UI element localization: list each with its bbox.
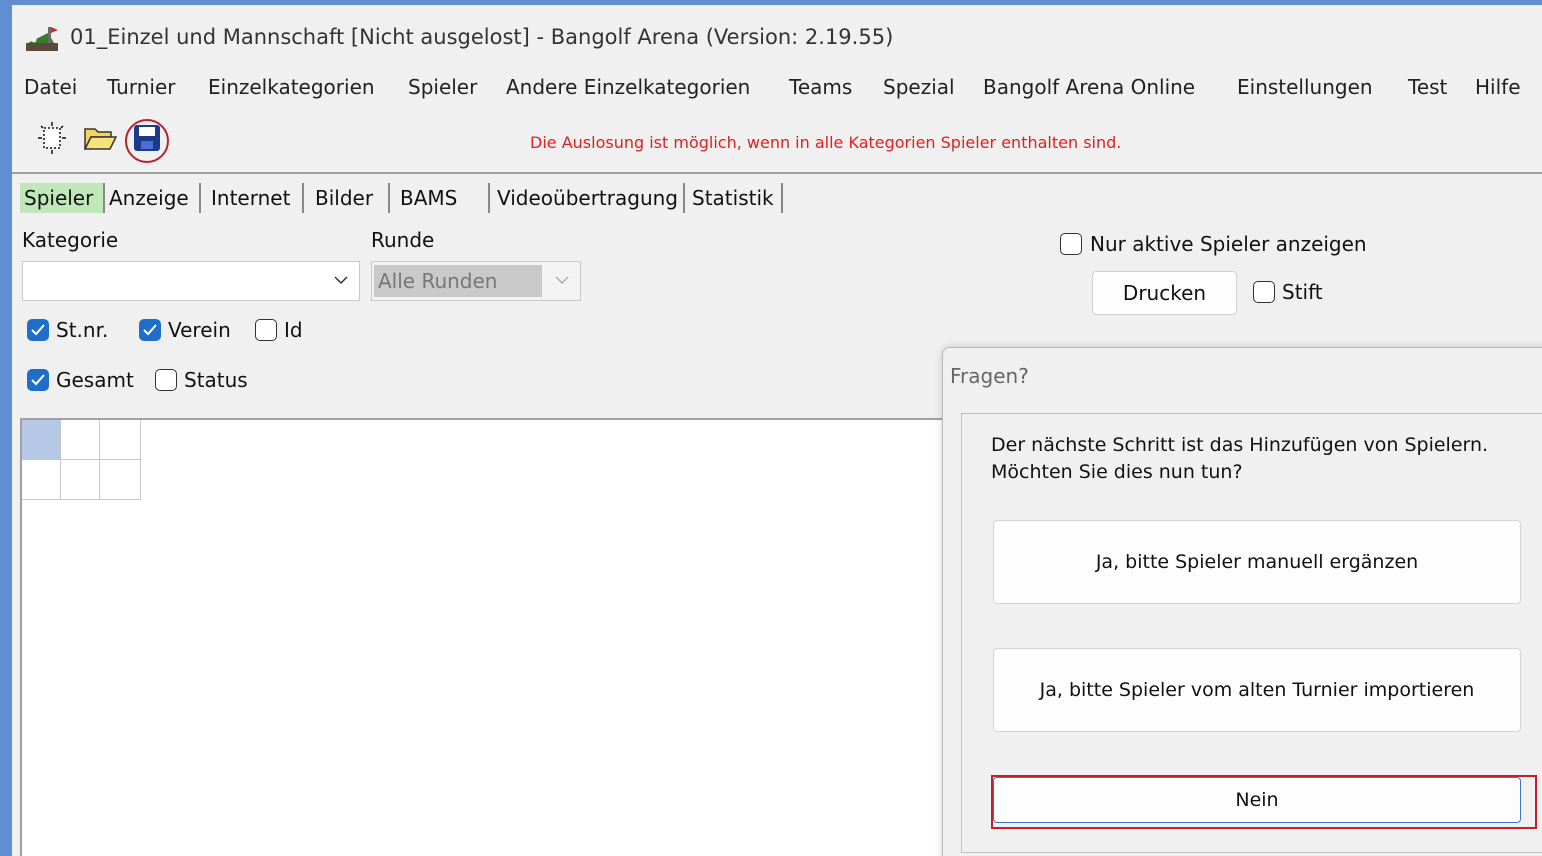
menu-test[interactable]: Test [1408, 75, 1447, 99]
menu-einzelkategorien[interactable]: Einzelkategorien [208, 75, 375, 99]
menu-spieler[interactable]: Spieler [408, 75, 477, 99]
status-checkbox[interactable] [155, 369, 177, 391]
menu-andere-einzelkategorien[interactable]: Andere Einzelkategorien [506, 75, 750, 99]
title-bar: 01_Einzel und Mannschaft [Nicht ausgelos… [12, 5, 1542, 69]
status-label: Status [184, 368, 248, 392]
menu-bar: Datei Turnier Einzelkategorien Spieler A… [12, 71, 1542, 107]
menu-bangolf-arena-online[interactable]: Bangolf Arena Online [983, 75, 1195, 99]
window-title: 01_Einzel und Mannschaft [Nicht ausgelos… [70, 25, 894, 49]
verein-checkbox[interactable] [139, 319, 161, 341]
runde-label: Runde [371, 228, 435, 252]
dialog-message-line1: Der nächste Schritt ist das Hinzufügen v… [991, 434, 1489, 456]
chevron-down-icon [334, 276, 348, 285]
kategorie-label: Kategorie [22, 228, 119, 252]
id-label: Id [284, 318, 303, 342]
tab-videouebertragung[interactable]: Videoübertragung [493, 183, 685, 213]
checkmark-icon [143, 324, 157, 336]
grid-cell[interactable] [22, 460, 61, 500]
stnr-label: St.nr. [56, 318, 109, 342]
new-document-button[interactable] [32, 118, 72, 158]
gesamt-label: Gesamt [56, 368, 134, 392]
tab-bams[interactable]: BAMS [396, 183, 490, 213]
open-folder-icon [83, 128, 117, 150]
verein-label: Verein [168, 318, 231, 342]
kategorie-dropdown[interactable] [22, 261, 360, 301]
runde-dropdown[interactable]: Alle Runden [371, 261, 581, 301]
tab-bilder[interactable]: Bilder [311, 183, 390, 213]
menu-hilfe[interactable]: Hilfe [1475, 75, 1521, 99]
dialog-message: Der nächste Schritt ist das Hinzufügen v… [991, 432, 1488, 486]
stift-label: Stift [1282, 280, 1323, 304]
grid-cell[interactable] [61, 460, 100, 500]
gesamt-checkbox[interactable] [27, 369, 49, 391]
checkmark-icon [31, 324, 45, 336]
toolbar-divider [12, 172, 1542, 174]
id-checkbox[interactable] [255, 319, 277, 341]
menu-einstellungen[interactable]: Einstellungen [1237, 75, 1373, 99]
dialog-body: Der nächste Schritt ist das Hinzufügen v… [961, 413, 1542, 853]
checkmark-icon [31, 374, 45, 386]
menu-datei[interactable]: Datei [24, 75, 77, 99]
runde-value: Alle Runden [374, 265, 542, 297]
tab-anzeige[interactable]: Anzeige [103, 183, 201, 213]
save-highlight-ring [125, 119, 169, 163]
tab-internet[interactable]: Internet [207, 183, 304, 213]
nur-aktive-label: Nur aktive Spieler anzeigen [1090, 232, 1367, 256]
tab-strip: Spieler Anzeige Internet Bilder BAMS Vid… [12, 183, 1542, 217]
stift-checkbox[interactable] [1253, 281, 1275, 303]
tab-spieler[interactable]: Spieler [20, 183, 103, 213]
nur-aktive-checkbox[interactable] [1060, 233, 1082, 255]
nein-highlight-box [991, 775, 1537, 829]
dialog-message-line2: Möchten Sie dies nun tun? [991, 461, 1243, 483]
stnr-checkbox[interactable] [27, 319, 49, 341]
import-players-button[interactable]: Ja, bitte Spieler vom alten Turnier impo… [993, 648, 1521, 732]
chevron-down-icon [555, 276, 569, 285]
dialog-title: Fragen? [950, 364, 1029, 388]
new-document-icon [38, 122, 66, 154]
app-logo-icon [26, 27, 58, 51]
menu-spezial[interactable]: Spezial [883, 75, 955, 99]
question-dialog: Fragen? Der nächste Schritt ist das Hinz… [942, 347, 1542, 856]
tab-statistik[interactable]: Statistik [688, 183, 783, 213]
grid-cell-selected[interactable] [22, 420, 61, 460]
menu-turnier[interactable]: Turnier [107, 75, 176, 99]
open-folder-button[interactable] [80, 118, 120, 158]
grid-cell[interactable] [100, 460, 141, 500]
toolbar: Die Auslosung ist möglich, wenn in alle … [12, 113, 1542, 173]
grid-cell[interactable] [100, 420, 141, 460]
main-window: 01_Einzel und Mannschaft [Nicht ausgelos… [12, 5, 1542, 856]
menu-teams[interactable]: Teams [789, 75, 852, 99]
drucken-button[interactable]: Drucken [1092, 271, 1237, 315]
grid-cell[interactable] [61, 420, 100, 460]
status-message: Die Auslosung ist möglich, wenn in alle … [530, 133, 1122, 152]
add-players-manually-button[interactable]: Ja, bitte Spieler manuell ergänzen [993, 520, 1521, 604]
